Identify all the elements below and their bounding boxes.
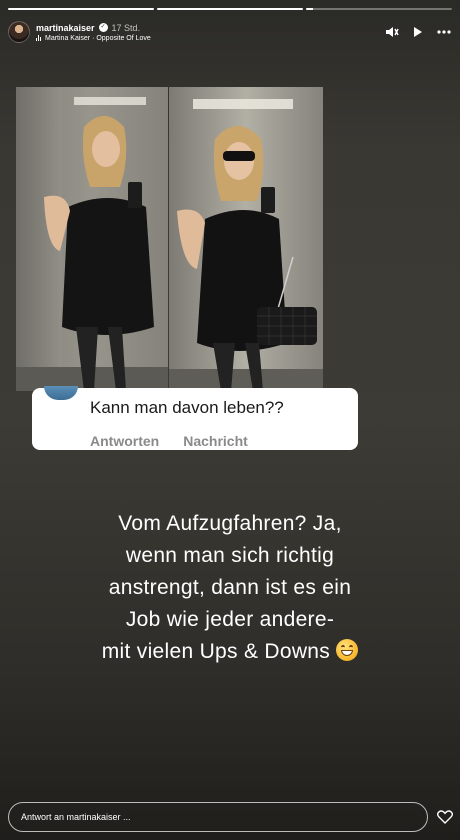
story-header: martinakaiser ✓ 17 Std. Martina Kaiser ·… [8,16,452,48]
question-sticker: Kann man davon leben?? Antworten Nachric… [32,386,358,450]
answer-text: Vom Aufzugfahren? Ja, wenn man sich rich… [40,508,420,668]
answer-line: mit vielen Ups & Downs [101,640,331,663]
username[interactable]: martinakaiser [36,23,95,33]
meta-row: martinakaiser ✓ 17 Std. [36,23,151,33]
more-icon[interactable] [436,24,452,40]
answer-line: wenn man sich richtig [125,544,335,567]
story-photo-right [169,87,323,391]
mute-icon[interactable] [384,24,400,40]
answer-action: Antworten [90,433,160,449]
music-bars-icon [36,35,41,41]
timestamp: 17 Std. [111,22,141,33]
verified-icon: ✓ [98,23,108,32]
progress-segment [8,8,154,10]
progress-segment [306,8,452,10]
asker-avatar [44,386,78,400]
progress-segment [157,8,303,10]
avatar[interactable] [8,21,30,43]
sticker-actions: Antworten Nachricht [90,433,248,449]
story-meta: martinakaiser ✓ 17 Std. Martina Kaiser ·… [36,23,151,42]
progress-fill [306,8,314,10]
reply-placeholder: Antwort an martinakaiser ... [21,812,131,822]
story-viewer: martinakaiser ✓ 17 Std. Martina Kaiser ·… [0,0,460,840]
story-progress [8,8,452,10]
reply-input[interactable]: Antwort an martinakaiser ... [8,802,428,832]
answer-line: Vom Aufzugfahren? Ja, [118,512,342,535]
music-label: Martina Kaiser · Opposite Of Love [45,34,151,42]
answer-line-last: mit vielen Ups & Downs [40,636,420,668]
heart-icon[interactable] [436,810,454,824]
progress-fill [8,8,154,10]
play-icon[interactable] [410,24,426,40]
question-text: Kann man davon leben?? [90,398,284,417]
grinning-emoji-icon [336,639,359,661]
answer-line: anstrengt, dann ist es ein [108,576,352,599]
story-photo-left [16,87,168,391]
progress-fill [157,8,303,10]
music-row[interactable]: Martina Kaiser · Opposite Of Love [36,35,151,42]
message-action: Nachricht [183,433,248,449]
answer-line: Job wie jeder andere- [125,608,335,631]
header-actions [384,24,452,40]
